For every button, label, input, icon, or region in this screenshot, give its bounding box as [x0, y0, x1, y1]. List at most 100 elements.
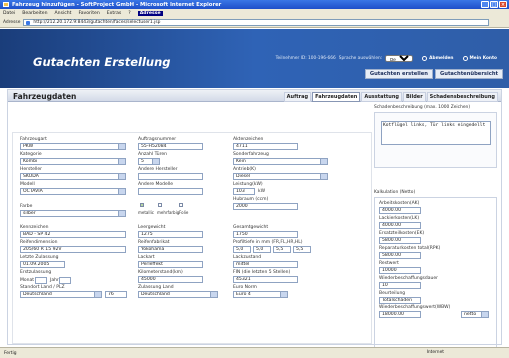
anzahl-tueren-select[interactable]: 5	[138, 158, 160, 165]
nav-gutachten-erstellen[interactable]: Gutachten erstellen	[364, 69, 433, 79]
language-label: Sprache auswählen:	[338, 56, 383, 61]
farbe-select[interactable]: silber	[20, 210, 126, 217]
aktenzeichen-label: Aktenzeichen	[233, 137, 264, 142]
kennzeichen-label: Kennzeichen	[20, 225, 49, 230]
account-link[interactable]: Mein Konto	[462, 56, 497, 61]
address-toolbar-toggle[interactable]: Adresse	[137, 11, 163, 16]
address-input[interactable]: http://212.20.172.9:8443/gutachten/faces…	[23, 19, 489, 26]
folie-checkbox[interactable]	[179, 203, 183, 207]
beurteilung-label: Beurteilung	[379, 291, 406, 296]
reparaturkosten-input[interactable]: 5800.00	[379, 252, 421, 259]
modell-select[interactable]: OCTAVIA	[20, 188, 126, 195]
menu-extras[interactable]: Extras	[107, 11, 122, 16]
lackierkosten-input[interactable]: 4000.00	[379, 222, 421, 229]
hersteller-select[interactable]: SKODA	[20, 173, 126, 180]
auftragsnummer-label: Auftragsnummer	[138, 137, 177, 142]
sonderfahrzeug-select[interactable]: Kein	[233, 158, 328, 165]
erstzulassung-label: Erstzulassung	[20, 270, 52, 275]
standort-select[interactable]: Deutschland	[20, 291, 102, 298]
kalkulation-label: Kalkulation (Netto)	[374, 190, 416, 195]
minimize-button[interactable]: _	[481, 1, 489, 8]
ie-icon	[3, 2, 9, 7]
andere-modelle-input[interactable]	[138, 188, 203, 195]
user-id-text: Teilnehmer ID: 100-196-666	[275, 56, 336, 61]
menu-datei[interactable]: Datei	[3, 11, 15, 16]
menu-favoriten[interactable]: Favoriten	[78, 11, 99, 16]
metallic-label: metallic	[138, 210, 154, 215]
wbw-label: Wiederbeschaffungswert(WBW)	[379, 305, 451, 310]
antrieb-label: Antrieb(K)	[233, 167, 256, 172]
aktenzeichen-input[interactable]: 4711	[233, 143, 298, 150]
maximize-button[interactable]: □	[490, 1, 498, 8]
ersatzteilkosten-input[interactable]: 5800.00	[379, 237, 421, 244]
profiltiefe-hr-input[interactable]: 5,5	[273, 246, 291, 253]
ersatzteilkosten-label: Ersatzteilkosten(EK)	[379, 231, 425, 236]
lackzustand-input[interactable]: mittel	[233, 261, 298, 268]
antrieb-select[interactable]: Diesel	[233, 173, 328, 180]
gesamtgewicht-input[interactable]: 1750	[233, 231, 298, 238]
fahrzeugart-select[interactable]: PKW	[20, 143, 126, 150]
jahr-input[interactable]	[59, 277, 71, 284]
zulassung-land-select[interactable]: Deutschland	[138, 291, 218, 298]
lackart-input[interactable]: Perleffekt	[138, 261, 203, 268]
restwert-input[interactable]: 10000	[379, 267, 421, 274]
auftragsnummer-input[interactable]: 55-H52084	[138, 143, 203, 150]
status-bar: Fertig Internet	[0, 347, 509, 358]
letzte-zulassung-input[interactable]: 01.09.2005	[20, 261, 65, 268]
restwert-label: Restwert	[379, 261, 399, 266]
euro-norm-label: Euro Norm	[233, 285, 257, 290]
menu-help[interactable]: ?	[128, 11, 130, 16]
tab-bilder[interactable]: Bilder	[402, 92, 426, 102]
plz-input[interactable]: 76	[105, 291, 127, 298]
logout-link[interactable]: Abmelden	[422, 56, 454, 61]
hersteller-label: Hersteller	[20, 167, 42, 172]
arbeitskosten-input[interactable]: 4000.00	[379, 207, 421, 214]
andere-hersteller-input[interactable]	[138, 173, 203, 180]
leergewicht-label: Leergewicht	[138, 225, 166, 230]
monat-input[interactable]	[35, 277, 47, 284]
leergewicht-input[interactable]: 1275	[138, 231, 203, 238]
kennzeichen-input[interactable]: BAD - SP 42	[20, 231, 126, 238]
anzahl-tueren-label: Anzahl Türen	[138, 152, 167, 157]
beurteilung-input[interactable]: Totalschaden	[379, 297, 421, 304]
profiltiefe-label: Profiltiefe in mm (FR,FL,HR,HL)	[233, 240, 303, 245]
wiederbeschaffungsdauer-label: Wiederbeschaffungsdauer	[379, 276, 438, 281]
nav-gutachtenuebersicht[interactable]: Gutachtenübersicht	[435, 69, 503, 79]
window-title: Fahrzeug hinzufügen - SoftProject GmbH -…	[12, 1, 222, 8]
wbw-input[interactable]: 18000.00	[379, 311, 421, 318]
leistung-label: Leistung(kW)	[233, 182, 263, 187]
menu-bearbeiten[interactable]: Bearbeiten	[22, 11, 47, 16]
leistung-input[interactable]: 103	[233, 188, 255, 195]
menu-ansicht[interactable]: Ansicht	[55, 11, 72, 16]
lackierkosten-label: Lackierkosten(LK)	[379, 216, 420, 221]
language-select[interactable]: Deutsch	[385, 55, 414, 62]
tab-fahrzeugdaten[interactable]: Fahrzeugdaten	[312, 92, 361, 102]
account-icon	[462, 56, 468, 61]
profiltiefe-hl-input[interactable]: 5,5	[293, 246, 311, 253]
vehicle-form: Fahrzeugart PKW Auftragsnummer 55-H52084…	[12, 132, 372, 344]
wiederbeschaffungsdauer-input[interactable]: 10	[379, 282, 421, 289]
reifendimension-input[interactable]: 205/60 R 15 92V	[20, 246, 126, 253]
hubraum-input[interactable]: 2000	[233, 203, 298, 210]
euro-norm-select[interactable]: Euro 4	[233, 291, 288, 298]
header-user-bar: Teilnehmer ID: 100-196-666 Sprache auswä…	[276, 55, 497, 62]
profiltiefe-fr-input[interactable]: 5,0	[233, 246, 251, 253]
reifenfabrikat-input[interactable]: Yokohama	[138, 246, 203, 253]
tab-schadensbeschreibung[interactable]: Schadensbeschreibung	[426, 92, 498, 102]
tab-ausstattung[interactable]: Ausstattung	[361, 92, 402, 102]
wbw-tax-select[interactable]: netto	[461, 311, 489, 318]
kategorie-select[interactable]: Kombi	[20, 158, 126, 165]
andere-hersteller-label: Andere Hersteller	[138, 167, 178, 172]
farbe-label: Farbe	[20, 204, 33, 209]
letzte-zulassung-label: Letzte Zulassung	[20, 255, 59, 260]
page-tabs-bar: Fahrzeugdaten Auftrag Fahrzeugdaten Auss…	[8, 90, 501, 102]
close-button[interactable]: ×	[499, 1, 507, 8]
tab-auftrag[interactable]: Auftrag	[283, 92, 312, 102]
window-controls: _ □ ×	[481, 1, 507, 8]
profiltiefe-fl-input[interactable]: 5,0	[253, 246, 271, 253]
fin-input[interactable]: 45321	[233, 276, 298, 283]
mehrfarbig-checkbox[interactable]	[158, 203, 162, 207]
metallic-checkbox[interactable]	[140, 203, 144, 207]
beschreibung-textarea[interactable]: Kotflügel links, Tür links eingedellt	[381, 121, 491, 145]
km-stand-input[interactable]: 45000	[138, 276, 203, 283]
